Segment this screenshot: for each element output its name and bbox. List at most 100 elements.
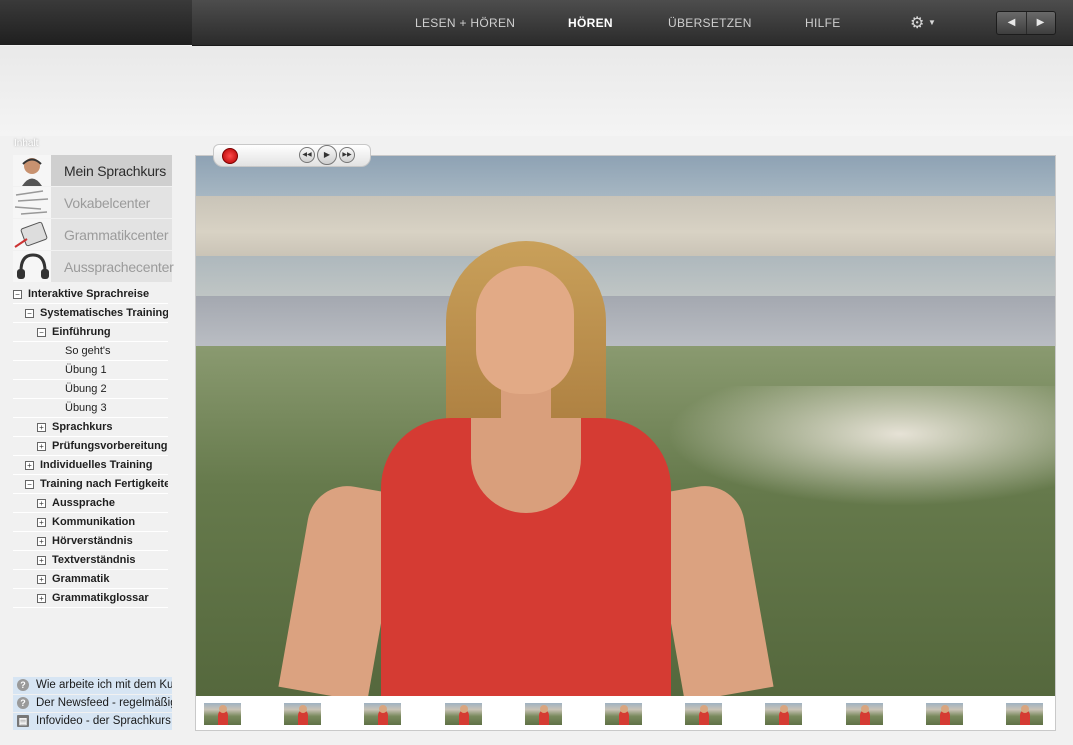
help-link-newsfeed[interactable]: ? Der Newsfeed - regelmäßig neue Inhalte [13,695,172,712]
expand-icon[interactable]: + [25,461,34,470]
video-thumbnail[interactable] [444,703,482,725]
headphones-icon [13,251,51,282]
help-circle-icon: ? [17,697,29,709]
tree-item[interactable]: − Training nach Fertigkeiten [13,475,168,494]
tree-item[interactable]: + Textverständnis [13,551,168,570]
video-thumbnail[interactable] [845,703,883,725]
video-thumbnail[interactable] [925,703,963,725]
tree-item-label: Einführung [52,326,111,338]
top-nav: LESEN + HÖREN HÖREN ÜBERSETZEN HILFE [192,0,1073,46]
tree-item-label: Sprachkurs [52,421,113,433]
gear-icon[interactable]: ⚙ ▼ [910,13,936,32]
tile-label: Grammatikcenter [64,227,169,243]
tree-item[interactable]: + Aussprache [13,494,168,513]
collapse-icon[interactable]: − [37,328,46,337]
help-link-infovideo[interactable]: ▤ Infovideo - der Sprachkurs [13,713,172,730]
content-section-label: Inhalt [14,138,39,149]
expand-icon[interactable]: + [37,423,46,432]
video-thumbnail[interactable] [765,703,803,725]
video-thumbnail[interactable] [204,703,241,725]
tree-item-label: Übung 2 [65,383,107,395]
video-thumbnail-strip [195,696,1056,731]
tile-label: Mein Sprachkurs [64,163,167,179]
help-link-label: Der Newsfeed - regelmäßig neue Inhalte [36,697,172,709]
tree-item[interactable]: + Grammatikglossar [13,589,168,608]
headset-person-icon [13,155,51,186]
triangle-right-icon[interactable]: ▶ [1026,12,1055,34]
tree-item-label: Hörverständnis [52,535,133,547]
expand-icon[interactable]: + [37,594,46,603]
tree-item-label: Training nach Fertigkeiten [40,478,168,490]
tile-grammatikcenter[interactable]: Grammatikcenter [13,219,172,250]
triangle-left-icon[interactable]: ◀ [997,12,1027,34]
collapse-icon[interactable]: − [25,480,34,489]
expand-icon[interactable]: + [37,499,46,508]
tree-item-label: Aussprache [52,497,115,509]
help-links: ? Wie arbeite ich mit dem Kurs? ? Der Ne… [13,677,172,731]
tree-item[interactable]: − Interaktive Sprachreise [13,285,168,304]
nav-hoeren[interactable]: HÖREN [568,16,613,30]
video-thumbnail[interactable] [605,703,642,725]
nav-uebersetzen[interactable]: ÜBERSETZEN [668,16,752,30]
player-controls: ◀◀ ▶ ▶▶ [213,144,371,167]
help-link-label: Infovideo - der Sprachkurs [36,715,171,727]
course-tree: − Interaktive Sprachreise − Systematisches … [13,285,168,675]
tree-item[interactable]: + Individuelles Training [13,456,168,475]
tree-item-label: Übung 3 [65,402,107,414]
fast-forward-icon[interactable]: ▶▶ [339,147,355,163]
tree-item[interactable]: − Systematisches Training [13,304,168,323]
nav-lesen-hoeren[interactable]: LESEN + HÖREN [415,16,515,30]
tree-item[interactable]: + Sprachkurs [13,418,168,437]
tree-item[interactable]: + Hörverständnis [13,532,168,551]
tree-item-label: Grammatikglossar [52,592,149,604]
tree-item-label: Übung 1 [65,364,107,376]
tile-label: Vokabelcenter [64,195,151,211]
tree-item[interactable]: Übung 1 [13,361,168,380]
tree-item-label: Interaktive Sprachreise [28,288,150,300]
tree-item-label: Kommunikation [52,516,136,528]
top-bar: LESEN + HÖREN HÖREN ÜBERSETZEN HILFE ⚙ ▼ … [0,0,1073,46]
expand-icon[interactable]: + [37,575,46,584]
tree-item-label: Textverständnis [52,554,136,566]
help-link-how-to[interactable]: ? Wie arbeite ich mit dem Kurs? [13,677,172,694]
tile-label: Aussprachecenter [64,259,174,275]
tree-item[interactable]: − Einführung [13,323,168,342]
play-icon[interactable]: ▶ [317,145,337,165]
help-circle-icon: ? [17,679,29,691]
tile-vokabelcenter[interactable]: Vokabelcenter [13,187,172,218]
expand-icon[interactable]: + [37,442,46,451]
expand-icon[interactable]: + [37,518,46,527]
tree-item[interactable]: Übung 2 [13,380,168,399]
tile-mein-sprachkurs[interactable]: Mein Sprachkurs [13,155,172,186]
video-thumbnail[interactable] [364,703,402,725]
rewind-icon[interactable]: ◀◀ [299,147,315,163]
tree-item-label: So geht's [65,345,111,357]
tile-aussprachecenter[interactable]: Aussprachecenter [13,251,174,282]
expand-icon[interactable]: + [37,556,46,565]
expand-icon[interactable]: + [37,537,46,546]
nav-hilfe[interactable]: HILFE [805,16,841,30]
tree-item[interactable]: + Grammatik [13,570,168,589]
tablet-pen-icon [13,219,51,250]
tree-item-label: Systematisches Training [40,307,168,319]
top-bar-logo-area [0,0,192,45]
video-thumbnail[interactable] [685,703,723,725]
word-cloud-icon [13,187,51,218]
video-thumbnail[interactable] [524,703,562,725]
tree-item[interactable]: + Kommunikation [13,513,168,532]
video-thumbnail[interactable] [284,703,322,725]
center-tiles: Mein Sprachkurs Vokabelcenter Grammatikc… [13,155,174,283]
help-link-label: Wie arbeite ich mit dem Kurs? [36,679,172,691]
video-thumbnail[interactable] [1006,703,1043,725]
video-player[interactable] [195,155,1056,697]
tree-item[interactable]: + Prüfungsvorbereitung [13,437,168,456]
collapse-icon[interactable]: − [25,309,34,318]
tree-item-label: Prüfungsvorbereitung [52,440,168,452]
tree-item-label: Individuelles Training [40,459,153,471]
record-icon[interactable] [222,148,238,164]
tree-item[interactable]: Übung 3 [13,399,168,418]
collapse-icon[interactable]: − [13,290,22,299]
prev-next-buttons: ◀ ▶ [996,11,1056,35]
tree-item[interactable]: So geht's [13,342,168,361]
film-icon: ▤ [17,715,29,727]
